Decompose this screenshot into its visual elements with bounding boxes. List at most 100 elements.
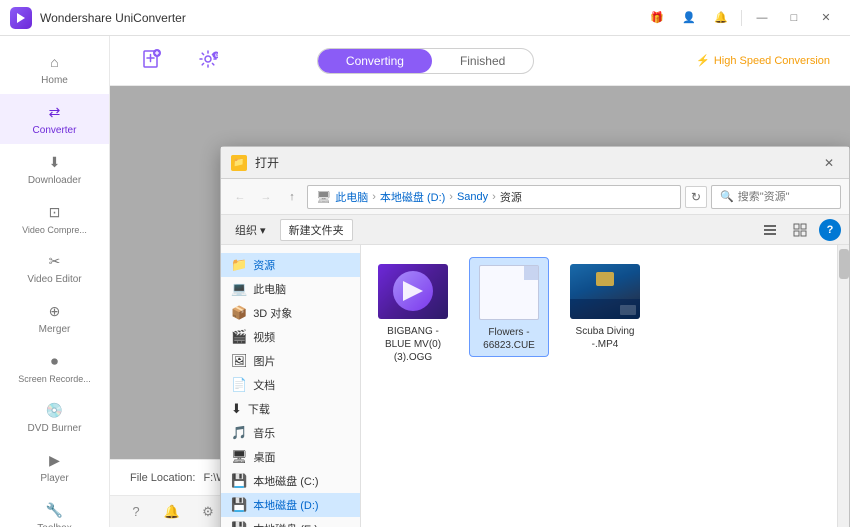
dlg-sidebar-this-pc[interactable]: 💻 此电脑 [221, 277, 360, 301]
sidebar-item-merger[interactable]: ⊕ Merger [0, 293, 109, 343]
dlg-sidebar-label-this-pc: 此电脑 [253, 281, 286, 297]
dlg-sidebar-label-videos: 视频 [253, 329, 275, 345]
sidebar-label-editor: Video Editor [27, 274, 81, 285]
file-item-flowers[interactable]: Flowers -66823.CUE [469, 257, 549, 357]
this-pc-icon: 💻 [231, 281, 247, 297]
doc-thumbnail [479, 265, 539, 320]
nav-forward-button[interactable]: → [255, 186, 277, 208]
dlg-sidebar-3d[interactable]: 📦 3D 对象 [221, 301, 360, 325]
dlg-sidebar-resources[interactable]: 📁 资源 [221, 253, 360, 277]
dialog-close-button[interactable]: ✕ [819, 153, 839, 173]
settings-button[interactable]: ⚙ [186, 43, 230, 78]
view-toggle-grid[interactable] [789, 219, 811, 241]
dlg-sidebar-label-desktop: 桌面 [254, 449, 276, 465]
dialog-toolbar: 组织 ▾ 新建文件夹 [221, 215, 849, 245]
sidebar-item-toolbox[interactable]: 🔧 Toolbox [0, 492, 109, 527]
nav-up-button[interactable]: ↑ [281, 186, 303, 208]
new-folder-button[interactable]: 新建文件夹 [280, 219, 353, 241]
dlg-sidebar-music[interactable]: 🎵 音乐 [221, 421, 360, 445]
help-button[interactable]: ? [819, 219, 841, 241]
organize-button[interactable]: 组织 ▾ [229, 220, 272, 240]
sidebar-item-downloader[interactable]: ⬇ Downloader [0, 144, 109, 194]
user-icon[interactable]: 👤 [675, 7, 703, 29]
view-toggle-list[interactable] [759, 219, 781, 241]
dlg-sidebar-label-disk-d: 本地磁盘 (D:) [253, 497, 318, 513]
breadcrumb: 🖥 此电脑 › 本地磁盘 (D:) › Sandy › 资源 [307, 185, 681, 209]
add-files-button[interactable] [130, 42, 174, 79]
sidebar-item-screen-recorder[interactable]: ⏺ Screen Recorde... [0, 343, 109, 392]
search-input[interactable] [738, 191, 828, 203]
app-logo [10, 7, 32, 29]
sidebar-item-video-compress[interactable]: ⊡ Video Compre... [0, 194, 109, 243]
tab-converting[interactable]: Converting [318, 49, 432, 73]
breadcrumb-current: 资源 [500, 189, 522, 205]
app-body: ⌂ Home ⇄ Converter ⬇ Downloader ⊡ Video … [0, 36, 850, 527]
notification-icon[interactable]: 🔔 [162, 502, 182, 522]
file-item-scuba[interactable]: Scuba Diving-.MP4 [565, 257, 645, 355]
dvd-icon: 💿 [45, 400, 65, 420]
sidebar-item-converter[interactable]: ⇄ Converter [0, 94, 109, 144]
grid-view-icon [793, 223, 807, 237]
dlg-sidebar-disk-e[interactable]: 💾 本地磁盘 (E:) [221, 517, 360, 527]
nav-right-controls: ↻ 🔍 [685, 185, 841, 209]
help-icon[interactable]: ? [126, 502, 146, 522]
sidebar-item-home[interactable]: ⌂ Home [0, 44, 109, 94]
close-button[interactable]: ✕ [812, 7, 840, 29]
editor-icon: ✂ [45, 251, 65, 271]
breadcrumb-part3[interactable]: Sandy [457, 191, 488, 203]
file-location-label: File Location: [130, 472, 195, 484]
nav-back-button[interactable]: ← [229, 186, 251, 208]
dlg-sidebar-videos[interactable]: 🎬 视频 [221, 325, 360, 349]
dlg-sidebar-downloads[interactable]: ⬇ 下载 [221, 397, 360, 421]
disk-c-icon: 💾 [231, 473, 247, 489]
dialog-nav-bar: ← → ↑ 🖥 此电脑 › 本地磁盘 (D:) › Sandy › [221, 179, 849, 215]
sidebar-item-video-editor[interactable]: ✂ Video Editor [0, 243, 109, 293]
sidebar-item-player[interactable]: ▶ Player [0, 442, 109, 492]
scrollbar[interactable] [837, 245, 849, 527]
dlg-sidebar-label-3d: 3D 对象 [253, 305, 292, 321]
dlg-sidebar-pictures[interactable]: 🖼 图片 [221, 349, 360, 373]
breadcrumb-part1[interactable]: 此电脑 [335, 189, 368, 205]
dialog-overlay: 📁 打开 ✕ ← → ↑ 🖥 此电脑 › [110, 86, 850, 459]
file-name-bigbang: BIGBANG -BLUE MV(0)(3).OGG [385, 325, 441, 364]
breadcrumb-part2[interactable]: 本地磁盘 (D:) [380, 189, 445, 205]
dlg-sidebar-label-disk-c: 本地磁盘 (C:) [253, 473, 318, 489]
lightning-icon: ⚡ [696, 54, 710, 67]
disk-e-icon: 💾 [231, 521, 247, 527]
dlg-sidebar-disk-c[interactable]: 💾 本地磁盘 (C:) [221, 469, 360, 493]
maximize-button[interactable]: □ [780, 7, 808, 29]
settings-icon[interactable]: ⚙ [198, 502, 218, 522]
app-window: Wondershare UniConverter 🎁 👤 🔔 — □ ✕ ⌂ H… [0, 0, 850, 527]
video-badge [620, 305, 636, 315]
refresh-button[interactable]: ↻ [685, 186, 707, 208]
video-thumbnail-scuba [570, 264, 640, 319]
dlg-sidebar-desktop[interactable]: 🖥 桌面 [221, 445, 360, 469]
high-speed-conversion: ⚡ High Speed Conversion [696, 54, 830, 67]
minimize-button[interactable]: — [748, 7, 776, 29]
file-item-bigbang[interactable]: BIGBANG -BLUE MV(0)(3).OGG [373, 257, 453, 368]
music-thumbnail [378, 264, 448, 319]
dlg-sidebar-disk-d[interactable]: 💾 本地磁盘 (D:) [221, 493, 360, 517]
tab-finished[interactable]: Finished [432, 49, 533, 73]
sidebar-item-dvd-burner[interactable]: 💿 DVD Burner [0, 392, 109, 442]
dlg-sidebar-label-disk-e: 本地磁盘 (E:) [253, 521, 318, 527]
title-bar: Wondershare UniConverter 🎁 👤 🔔 — □ ✕ [0, 0, 850, 36]
dlg-sidebar-label-pictures: 图片 [254, 353, 276, 369]
music-icon: 🎵 [231, 425, 247, 441]
3d-icon: 📦 [231, 305, 247, 321]
breadcrumb-sep1: › [372, 191, 376, 203]
search-icon: 🔍 [720, 190, 734, 203]
settings-svg: ⚙ [198, 49, 218, 69]
logo-icon [14, 11, 28, 25]
dlg-sidebar-documents[interactable]: 📄 文档 [221, 373, 360, 397]
open-file-dialog: 📁 打开 ✕ ← → ↑ 🖥 此电脑 › [220, 146, 850, 527]
disk-d-icon: 💾 [231, 497, 247, 513]
breadcrumb-sep3: › [492, 191, 496, 203]
dialog-title-bar: 📁 打开 ✕ [221, 147, 849, 179]
sidebar-label-merger: Merger [39, 324, 71, 335]
music-logo [393, 271, 433, 311]
pictures-icon: 🖼 [231, 353, 248, 369]
gift-icon[interactable]: 🎁 [643, 7, 671, 29]
content-area: 📁 打开 ✕ ← → ↑ 🖥 此电脑 › [110, 86, 850, 459]
bell-icon[interactable]: 🔔 [707, 7, 735, 29]
